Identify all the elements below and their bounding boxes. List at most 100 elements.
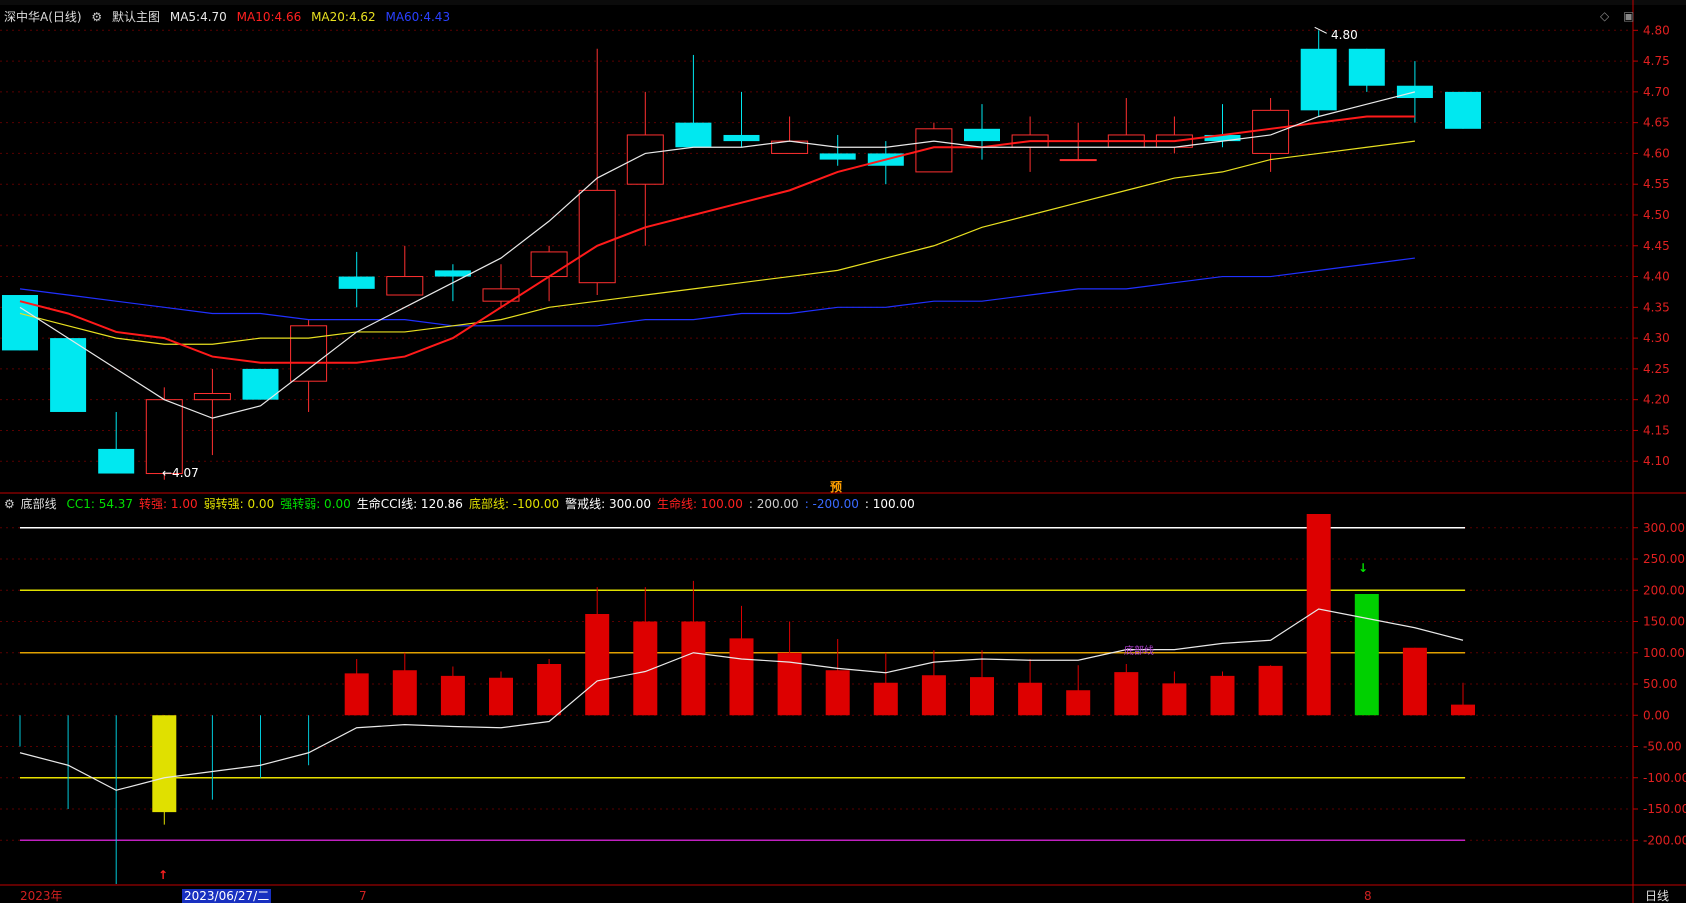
cc1-bar — [1018, 682, 1043, 716]
main-chart-header: 深中华A(日线) ⚙ 默认主图 MA5:4.70 MA10:4.66 MA20:… — [4, 10, 456, 24]
cc1-bar — [344, 673, 369, 716]
indicator-item-10: : 100.00 — [864, 497, 915, 511]
ind-tick-label: 250.00 — [1643, 552, 1685, 566]
cc1-bar — [729, 638, 754, 716]
date-axis-month-7: 7 — [359, 889, 367, 903]
ind-tick-label: -150.00 — [1643, 802, 1686, 816]
ma10-label: MA10: — [236, 10, 275, 24]
indicator-item-3: 强转弱: 0.00 — [280, 497, 351, 511]
cc1-bar — [681, 621, 706, 716]
price-tick-label: 4.60 — [1643, 146, 1670, 160]
indicator-item-1: 转强: 1.00 — [139, 497, 198, 511]
indicator-text-label: 底部线 — [1124, 646, 1154, 657]
cc1-bar — [152, 715, 177, 813]
candle-body-up — [290, 325, 328, 382]
ma60-line — [19, 257, 1415, 327]
cc1-bar — [1258, 665, 1283, 716]
price-tick-label: 4.15 — [1643, 423, 1670, 437]
period-button[interactable]: 日线 — [1645, 889, 1669, 903]
price-tick-label: 4.25 — [1643, 362, 1670, 376]
template-label[interactable]: 默认主图 — [112, 10, 160, 24]
indicator-item-6: 警戒线: 300.00 — [565, 497, 651, 511]
forecast-marker: 预 — [830, 480, 843, 494]
up-arrow-icon: ↑ — [158, 868, 169, 882]
ind-tick-label: -100.00 — [1643, 771, 1686, 785]
price-tick-label: 4.45 — [1643, 239, 1670, 253]
price-tick-label: 4.30 — [1643, 331, 1670, 345]
indicator-header: ⚙ 底部线 CC1: 54.37 转强: 1.00 弱转强: 0.00 强转弱: 0.… — [4, 497, 921, 511]
ind-tick-label: -200.00 — [1643, 833, 1686, 847]
diamond-icon[interactable]: ◇ — [1600, 9, 1609, 23]
candle-body-up — [578, 189, 616, 284]
ind-tick-label: 150.00 — [1643, 615, 1685, 629]
candle-body-down — [50, 338, 87, 412]
cc1-bar — [1114, 672, 1139, 716]
candle-body-up — [1252, 109, 1290, 154]
gear-icon[interactable]: ⚙ — [4, 497, 15, 511]
price-tick-label: 4.20 — [1643, 393, 1670, 407]
cc1-bar — [921, 675, 946, 716]
price-tick-label: 4.35 — [1643, 300, 1670, 314]
cursor-date: 2023/06/27/二 — [182, 889, 272, 903]
price-tick-label: 4.75 — [1643, 54, 1670, 68]
date-axis-month-8: 8 — [1364, 889, 1372, 903]
cc1-bar — [1162, 683, 1187, 716]
candle-body-down — [819, 153, 856, 160]
candle-body-down — [2, 295, 38, 351]
chart-title[interactable]: 深中华A(日线) — [4, 10, 82, 24]
indicator-item-9: : -200.00 — [804, 497, 859, 511]
indicator-item-0: CC1: 54.37 — [66, 497, 134, 511]
cc1-bar — [873, 682, 898, 716]
down-arrow-icon: ↓ — [1358, 561, 1369, 575]
candle-body-down — [1445, 91, 1481, 129]
cc1-bar — [489, 677, 513, 716]
candle-body-down — [1300, 48, 1337, 111]
candle-body-down — [242, 368, 279, 400]
price-tick-label: 4.80 — [1643, 23, 1670, 37]
window-icon[interactable]: ▣ — [1623, 9, 1634, 23]
candle-body-down — [1348, 48, 1385, 86]
ma5-label: MA5: — [169, 10, 201, 24]
high-marker-line — [1314, 26, 1327, 34]
cc1-bar — [1066, 690, 1091, 716]
price-tick-label: 4.55 — [1643, 177, 1670, 191]
cc1-bar — [825, 670, 850, 716]
candle-body-up — [1059, 159, 1097, 162]
cc1-bar — [392, 670, 417, 716]
cc1-bar — [1210, 675, 1235, 716]
cc1-bar — [585, 614, 610, 716]
indicator-item-8: : 200.00 — [748, 497, 799, 511]
ind-tick-label: 100.00 — [1643, 646, 1685, 660]
price-tick-label: 4.40 — [1643, 270, 1670, 284]
gear-icon[interactable]: ⚙ — [91, 10, 102, 24]
high-price-label: 4.80 — [1331, 28, 1358, 42]
ma20-value: 4.62 — [348, 10, 376, 24]
date-axis-year: 2023年 — [20, 889, 63, 903]
price-tick-label: 4.65 — [1643, 116, 1670, 130]
cc1-bar — [537, 664, 562, 716]
candle-body-down — [964, 128, 1000, 142]
indicator-item-5: 底部线: -100.00 — [468, 497, 560, 511]
cc1-bar — [1451, 704, 1475, 716]
chart-canvas[interactable]: 4.80 4.75 4.70 4.65 4.60 4.55 4.50 4.45 4.40 4.35… — [0, 0, 1686, 903]
candle-body-up — [193, 393, 231, 401]
cc1-bar — [440, 675, 465, 716]
low-price-label: ←4.07 — [162, 466, 199, 480]
candle-body-up — [386, 276, 424, 296]
cc1-bar — [1402, 647, 1427, 716]
candle-body-down — [675, 122, 712, 148]
candle-body-up — [145, 399, 183, 475]
candle-body-up — [530, 251, 568, 278]
price-tick-label: 4.70 — [1643, 85, 1670, 99]
indicator-item-2: 弱转强: 0.00 — [203, 497, 275, 511]
candle-body-down — [723, 134, 760, 142]
price-tick-label: 4.10 — [1643, 454, 1670, 468]
cc1-bar — [970, 677, 994, 716]
ma5-value: 4.70 — [200, 10, 227, 24]
ma20-label: MA20: — [311, 10, 349, 24]
ind-tick-label: 0.00 — [1643, 708, 1670, 722]
ma10-value: 4.66 — [274, 10, 302, 24]
indicator-name[interactable]: 底部线 — [21, 497, 57, 511]
indicator-item-7: 生命线: 100.00 — [656, 497, 743, 511]
price-tick-label: 4.50 — [1643, 208, 1670, 222]
